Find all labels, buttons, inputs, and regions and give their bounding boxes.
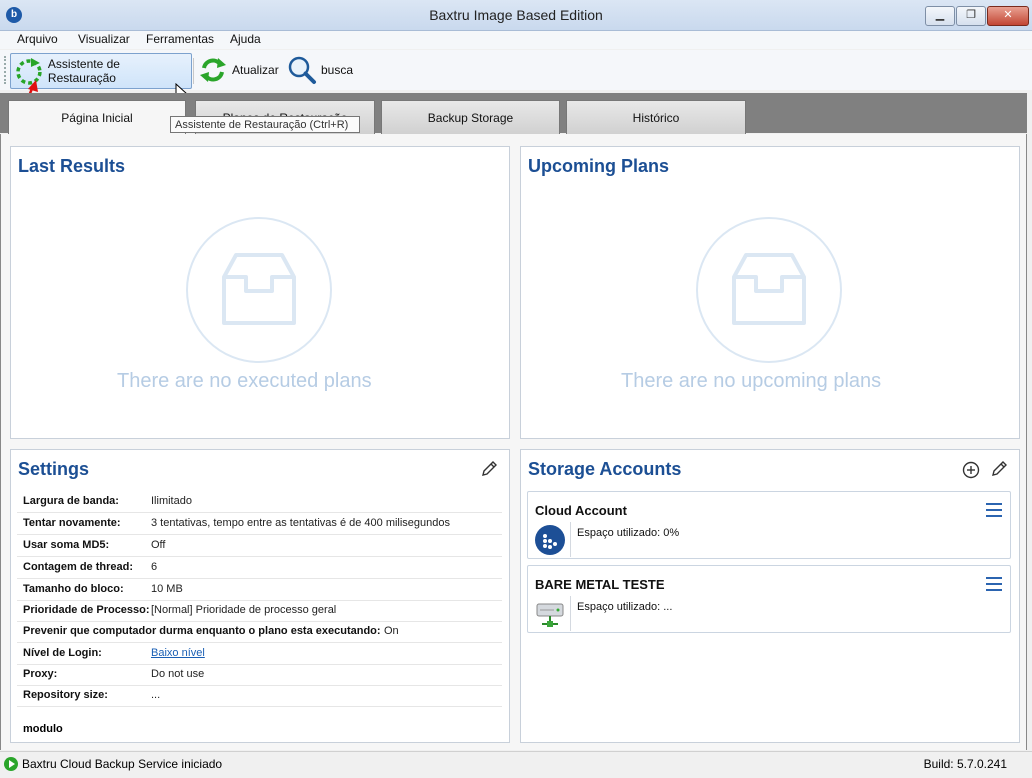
edit-accounts-icon[interactable]: [990, 460, 1008, 478]
refresh-label: Atualizar: [232, 63, 279, 77]
menu-visualizar[interactable]: Visualizar: [78, 32, 130, 46]
setting-value: [Normal] Prioridade de processo geral: [151, 604, 337, 616]
setting-key: Contagem de thread:: [23, 561, 134, 573]
search-icon: [288, 56, 316, 84]
settings-row: Prevenir que computador durma enquanto o…: [17, 621, 502, 643]
service-running-icon: [4, 757, 18, 771]
setting-value: Ilimitado: [151, 495, 192, 507]
setting-key: Largura de banda:: [23, 495, 119, 507]
card-divider: [570, 596, 571, 631]
storage-accounts-title: Storage Accounts: [528, 459, 682, 479]
window-title: Baxtru Image Based Edition: [429, 7, 603, 23]
menu-arquivo[interactable]: Arquivo: [17, 32, 58, 46]
settings-row: Largura de banda: Ilimitado: [17, 491, 502, 513]
settings-row: Nível de Login: Baixo nível: [17, 643, 502, 665]
account-menu-icon[interactable]: [986, 577, 1002, 595]
edit-settings-icon[interactable]: [480, 460, 498, 478]
setting-value: On: [384, 625, 399, 637]
settings-row: Tamanho do bloco: 10 MB: [17, 579, 502, 601]
account-usage: Espaço utilizado: 0%: [577, 527, 680, 539]
upcoming-plans-title: Upcoming Plans: [528, 156, 670, 176]
storage-accounts-panel: Storage Accounts Cloud Account Espaço ut…: [520, 449, 1020, 743]
account-name: BARE METAL TESTE: [535, 577, 665, 592]
cloud-logo-icon: [535, 525, 565, 555]
setting-value: Do not use: [151, 668, 205, 680]
close-button[interactable]: ✕: [987, 6, 1029, 26]
empty-inbox-icon: [186, 217, 332, 363]
settings-row: Usar soma MD5: Off: [17, 535, 502, 557]
search-button[interactable]: busca: [287, 53, 353, 87]
last-results-title: Last Results: [18, 156, 126, 176]
log-level-link[interactable]: Baixo nível: [151, 643, 205, 664]
setting-key: Proxy:: [23, 668, 58, 680]
storage-account-card[interactable]: BARE METAL TESTE Espaço utilizado: ...: [527, 565, 1011, 633]
module-label: modulo: [23, 723, 63, 735]
tab-backup-storage[interactable]: Backup Storage: [381, 100, 560, 135]
upcoming-plans-panel: Upcoming Plans There are no upcoming pla…: [520, 146, 1020, 439]
account-usage: Espaço utilizado: ...: [577, 601, 673, 613]
settings-row: Repository size: ...: [17, 685, 502, 707]
restore-wizard-label: Assistente de Restauração: [47, 57, 120, 85]
search-label: busca: [321, 63, 354, 77]
refresh-button[interactable]: Atualizar: [198, 53, 279, 87]
tooltip: Assistente de Restauração (Ctrl+R): [170, 116, 360, 133]
toolbar-separator: [193, 58, 194, 84]
card-divider: [570, 522, 571, 557]
tab-home[interactable]: Página Inicial: [8, 100, 186, 136]
settings-row: Tentar novamente: 3 tentativas, tempo en…: [17, 513, 502, 535]
last-results-panel: Last Results There are no executed plans: [10, 146, 510, 439]
setting-value: Off: [151, 539, 166, 551]
setting-value: 3 tentativas, tempo entre as tentativas …: [151, 517, 451, 529]
setting-key: Tentar novamente:: [23, 517, 121, 529]
settings-title: Settings: [18, 459, 90, 479]
toolbar-grip[interactable]: [4, 56, 8, 84]
build-version: Build: 5.7.0.241: [923, 757, 1007, 771]
storage-account-card[interactable]: Cloud Account Espaço utilizado: 0%: [527, 491, 1011, 559]
status-bar: Baxtru Cloud Backup Service iniciado Bui…: [0, 751, 1032, 778]
setting-key: Repository size:: [23, 689, 108, 701]
minimize-button[interactable]: ▁: [925, 6, 955, 26]
menu-bar: Arquivo Visualizar Ferramentas Ajuda: [0, 31, 1032, 49]
network-drive-icon: [536, 603, 564, 627]
last-results-empty-text: There are no executed plans: [117, 370, 372, 392]
add-account-icon[interactable]: [962, 461, 980, 479]
toolbar: Assistente de Restauração Atualizar busc…: [0, 50, 1032, 117]
maximize-button[interactable]: ❐: [956, 6, 986, 26]
title-bar: b Baxtru Image Based Edition ▁ ❐ ✕: [0, 0, 1032, 31]
setting-value: 10 MB: [151, 583, 183, 595]
setting-key: Nível de Login:: [23, 647, 102, 659]
setting-key: Prioridade de Processo:: [23, 604, 150, 616]
menu-ferramentas[interactable]: Ferramentas: [146, 32, 214, 46]
settings-row: Proxy: Do not use: [17, 664, 502, 686]
account-name: Cloud Account: [535, 503, 627, 518]
upcoming-plans-empty-text: There are no upcoming plans: [621, 370, 882, 392]
tab-history[interactable]: Histórico: [566, 100, 746, 135]
setting-value: 6: [151, 561, 158, 573]
setting-key: Usar soma MD5:: [23, 539, 110, 551]
setting-key: Prevenir que computador durma enquanto o…: [23, 625, 381, 637]
settings-row: Prioridade de Processo: [Normal] Priorid…: [17, 600, 502, 622]
account-menu-icon[interactable]: [986, 503, 1002, 521]
setting-key: Tamanho do bloco:: [23, 583, 124, 595]
refresh-icon: [200, 58, 226, 82]
empty-inbox-icon: [696, 217, 842, 363]
settings-row: Contagem de thread: 6: [17, 557, 502, 579]
status-message: Baxtru Cloud Backup Service iniciado: [22, 757, 223, 771]
settings-panel: Settings Largura de banda: Ilimitado Ten…: [10, 449, 510, 743]
setting-value: ...: [151, 689, 161, 701]
home-content: Last Results There are no executed plans…: [0, 134, 1027, 750]
menu-ajuda[interactable]: Ajuda: [230, 32, 261, 46]
